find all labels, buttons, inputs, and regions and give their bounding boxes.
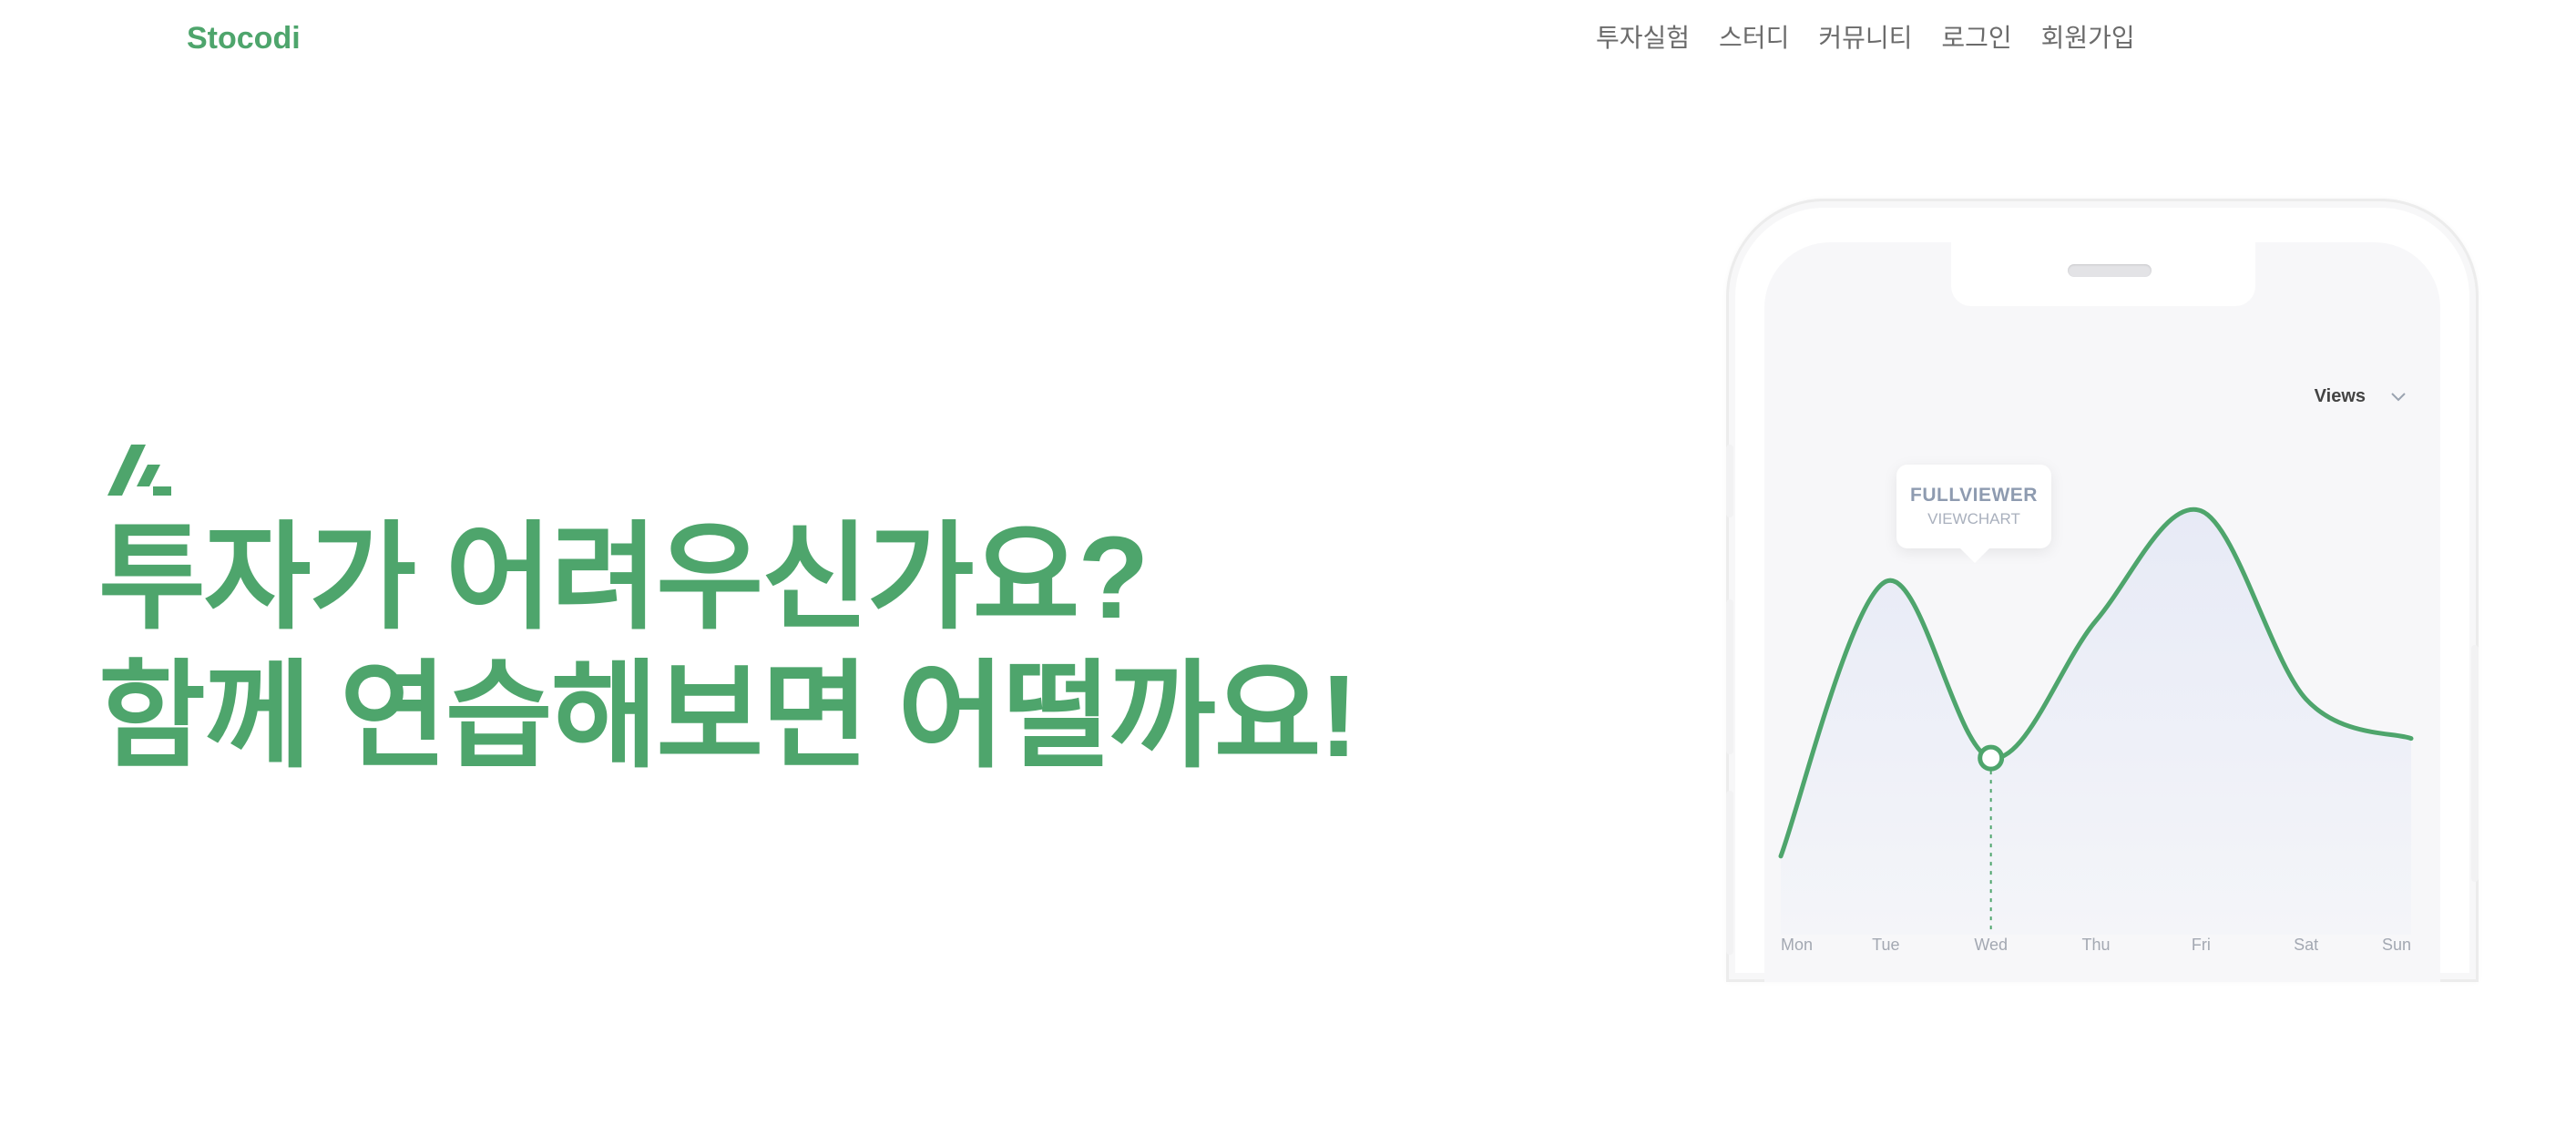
chart-tooltip: FULLVIEWER VIEWCHART	[1896, 465, 2051, 563]
nav-link-signup[interactable]: 회원가입	[2041, 18, 2135, 58]
phone-side-button	[2471, 645, 2479, 882]
phone-screen: Views Mon Tue Wed Thu Fri Sat Sun FULLVIEWER V…	[1764, 242, 2440, 982]
hero-headline-line2: 함께 연습해보면 어떨까요!	[98, 651, 1358, 782]
phone-mockup: Views Mon Tue Wed Thu Fri Sat Sun FULLVIEWER V…	[1726, 199, 2479, 982]
top-nav: 투자실험 스터디 커뮤니티 로그인 회원가입	[1596, 18, 2135, 58]
nav-link-login[interactable]: 로그인	[1941, 18, 2011, 58]
chart-area-fill	[1781, 509, 2411, 935]
phone-side-button	[1726, 791, 1733, 955]
tooltip-title: FULLVIEWER	[1910, 485, 2038, 506]
x-tick-label: Tue	[1872, 936, 1899, 954]
x-tick-label: Sat	[2294, 936, 2318, 954]
x-tick-label: Thu	[2081, 936, 2110, 954]
nav-link-study[interactable]: 스터디	[1719, 18, 1789, 58]
x-tick-label: Mon	[1781, 936, 1813, 954]
tooltip-subtitle: VIEWCHART	[1927, 510, 2020, 527]
phone-side-button	[1726, 445, 1733, 517]
x-tick-label: Fri	[2192, 936, 2211, 954]
nav-link-community[interactable]: 커뮤니티	[1818, 18, 1912, 58]
logo[interactable]: Stocodi	[187, 16, 301, 60]
x-tick-label: Wed	[1974, 936, 2008, 954]
chart-highlight-point[interactable]	[1978, 744, 2005, 772]
x-tick-label: Sun	[2382, 936, 2411, 954]
slash-accent-icon	[107, 445, 171, 496]
views-chart: Mon Tue Wed Thu Fri Sat Sun	[1778, 506, 2414, 954]
nav-link-invest-lab[interactable]: 투자실험	[1596, 18, 1690, 58]
hero-headline-line1: 투자가 어려우신가요?	[98, 513, 1150, 643]
phone-side-button	[1726, 599, 1733, 754]
